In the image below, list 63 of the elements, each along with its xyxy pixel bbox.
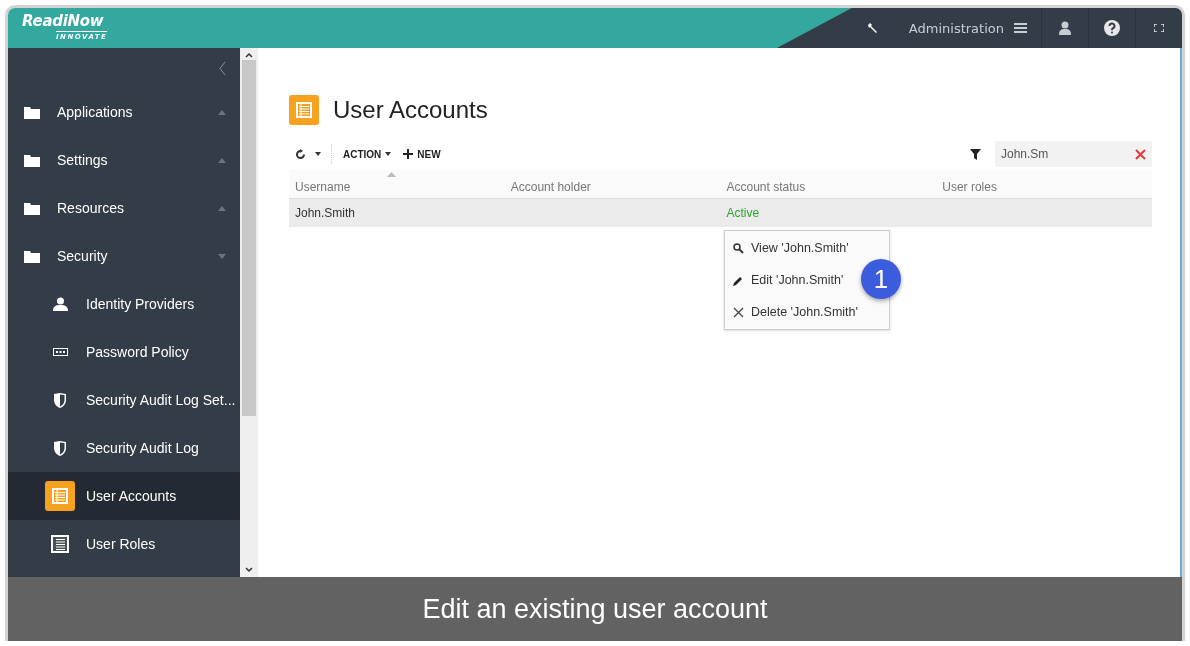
caret-icon bbox=[315, 152, 321, 156]
sidebar-item[interactable]: Password Policy bbox=[8, 328, 240, 376]
shield-icon bbox=[54, 440, 66, 456]
menu-item[interactable]: Delete 'John.Smith' bbox=[725, 296, 859, 328]
scroll-down-icon[interactable] bbox=[245, 567, 253, 573]
folder-icon bbox=[24, 153, 40, 167]
person-icon bbox=[52, 297, 68, 311]
new-button[interactable]: NEW bbox=[397, 148, 447, 160]
sidebar-item[interactable]: Identity Providers bbox=[8, 280, 240, 328]
filter-field[interactable]: John.Sm bbox=[995, 141, 1152, 167]
sort-icon bbox=[387, 172, 396, 177]
report-icon bbox=[51, 535, 69, 553]
caption-text: Edit an existing user account bbox=[422, 593, 768, 625]
clear-icon[interactable] bbox=[1135, 148, 1146, 160]
page-title: User Accounts bbox=[333, 96, 488, 124]
sidebar-item[interactable]: Applications bbox=[8, 88, 240, 136]
sidebar-item[interactable]: Security Audit Log bbox=[8, 424, 240, 472]
column-header[interactable]: Account holder bbox=[504, 170, 721, 199]
password-icon bbox=[52, 348, 68, 356]
fullscreen-icon[interactable] bbox=[1154, 24, 1164, 32]
caret-icon bbox=[218, 157, 226, 163]
filter-icon[interactable] bbox=[970, 148, 981, 160]
folder-icon bbox=[24, 105, 40, 119]
table-cell: Active bbox=[726, 206, 760, 220]
action-button[interactable]: ACTION bbox=[337, 148, 398, 160]
scrollbar-thumb[interactable] bbox=[242, 60, 256, 416]
shield-icon bbox=[54, 392, 66, 408]
sidebar-item[interactable]: User Accounts bbox=[8, 472, 240, 520]
column-header[interactable]: Account status bbox=[720, 170, 937, 199]
plus-icon bbox=[403, 149, 414, 159]
scroll-up-icon[interactable] bbox=[245, 52, 253, 58]
section-link[interactable]: Administration bbox=[908, 20, 1004, 36]
menu-item[interactable]: Edit 'John.Smith' bbox=[725, 264, 859, 296]
wrench-icon[interactable] bbox=[866, 22, 879, 34]
sidebar-item[interactable]: User Roles bbox=[8, 520, 240, 568]
search-icon bbox=[732, 242, 744, 254]
caret-icon bbox=[218, 205, 226, 211]
sidebar-item[interactable]: Security bbox=[8, 232, 240, 280]
sidebar-item[interactable]: Resources bbox=[8, 184, 240, 232]
close-icon bbox=[732, 306, 744, 318]
folder-icon bbox=[24, 249, 40, 263]
collapse-icon[interactable] bbox=[219, 61, 226, 75]
folder-icon bbox=[24, 201, 40, 215]
pencil-icon bbox=[732, 274, 744, 286]
column-header[interactable]: Username bbox=[289, 170, 505, 199]
table-row[interactable]: John.Smith Active bbox=[289, 198, 1152, 227]
sidebar-item[interactable]: Security Audit Log Set... bbox=[8, 376, 240, 424]
step-badge: 1 bbox=[861, 259, 901, 299]
column-header[interactable]: User roles bbox=[936, 170, 1152, 199]
caret-icon bbox=[218, 253, 226, 259]
refresh-icon bbox=[295, 148, 306, 160]
menu-item[interactable]: View 'John.Smith' bbox=[725, 232, 859, 264]
help-icon[interactable] bbox=[1104, 20, 1120, 36]
user-icon[interactable] bbox=[1059, 21, 1071, 35]
scrollbar[interactable] bbox=[240, 48, 258, 577]
sidebar-item[interactable]: Settings bbox=[8, 136, 240, 184]
table-cell: John.Smith bbox=[295, 206, 356, 220]
page-icon bbox=[289, 95, 319, 125]
menu-icon[interactable] bbox=[1014, 23, 1027, 33]
caret-icon bbox=[218, 109, 226, 115]
caret-icon bbox=[385, 152, 392, 156]
report-icon bbox=[45, 481, 75, 511]
logo-name: ReadiNow bbox=[22, 12, 104, 30]
